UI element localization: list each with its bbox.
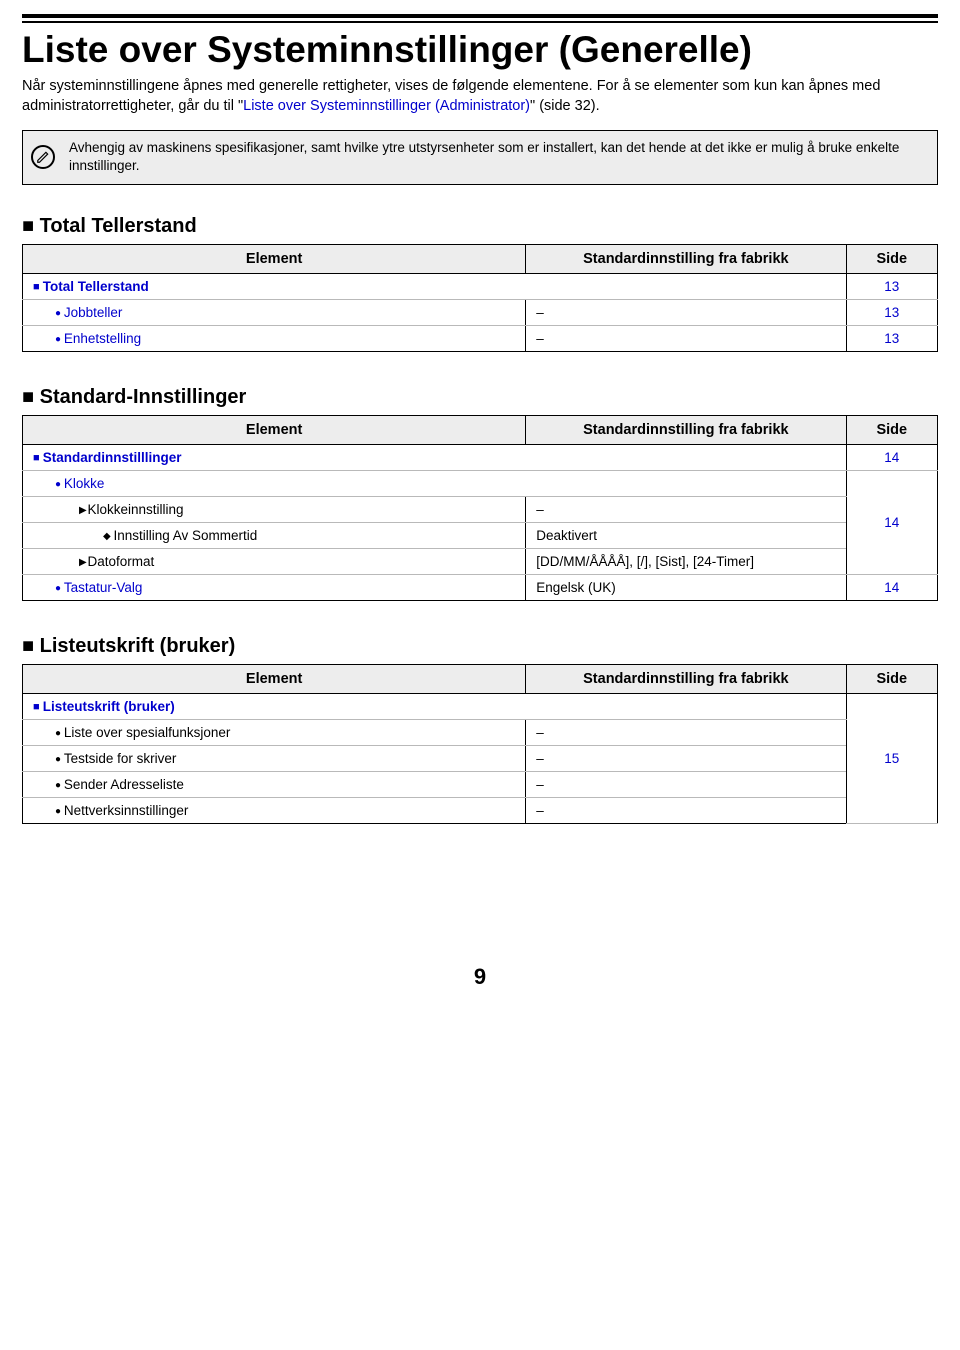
table-row: Nettverksinnstillinger–: [23, 797, 938, 823]
std-cell: –: [526, 325, 846, 351]
settings-table: ElementStandardinnstilling fra fabrikkSi…: [22, 415, 938, 601]
element-cell[interactable]: Standardinnstilllinger: [23, 444, 847, 470]
table-header: Side: [846, 664, 938, 693]
table-row: Enhetstelling–13: [23, 325, 938, 351]
table-row: Innstilling Av SommertidDeaktivert: [23, 522, 938, 548]
side-cell[interactable]: 14: [846, 444, 938, 470]
intro-paragraph: Når systeminnstillingene åpnes med gener…: [22, 77, 938, 116]
table-row: Total Tellerstand13: [23, 273, 938, 299]
std-cell: –: [526, 771, 846, 797]
element-cell[interactable]: Total Tellerstand: [23, 273, 847, 299]
element-cell: Datoformat: [23, 548, 526, 574]
element-cell[interactable]: Enhetstelling: [23, 325, 526, 351]
side-cell[interactable]: 15: [846, 693, 938, 823]
std-cell: –: [526, 745, 846, 771]
element-cell: Liste over spesialfunksjoner: [23, 719, 526, 745]
note-box: Avhengig av maskinens spesifikasjoner, s…: [22, 130, 938, 184]
table-header: Element: [23, 415, 526, 444]
std-cell: –: [526, 797, 846, 823]
std-cell: –: [526, 719, 846, 745]
element-cell: Sender Adresseliste: [23, 771, 526, 797]
settings-table: ElementStandardinnstilling fra fabrikkSi…: [22, 664, 938, 824]
element-cell: Innstilling Av Sommertid: [23, 522, 526, 548]
std-cell: [DD/MM/ÅÅÅÅ], [/], [Sist], [24-Timer]: [526, 548, 846, 574]
element-cell[interactable]: Jobbteller: [23, 299, 526, 325]
element-cell[interactable]: Klokke: [23, 470, 847, 496]
std-cell: –: [526, 299, 846, 325]
side-cell[interactable]: 13: [846, 325, 938, 351]
pencil-icon: [31, 145, 55, 169]
table-row: Klokke14: [23, 470, 938, 496]
element-cell: Nettverksinnstillinger: [23, 797, 526, 823]
table-row: Jobbteller–13: [23, 299, 938, 325]
table-header: Standardinnstilling fra fabrikk: [526, 415, 846, 444]
section-heading: ■ Listeutskrift (bruker): [22, 635, 938, 658]
std-cell: Engelsk (UK): [526, 574, 846, 600]
top-rule: [22, 14, 938, 23]
intro-text-2: " (side 32).: [530, 98, 600, 114]
note-text: Avhengig av maskinens spesifikasjoner, s…: [69, 139, 925, 175]
table-header: Side: [846, 415, 938, 444]
table-header: Element: [23, 244, 526, 273]
table-row: Klokkeinnstilling–: [23, 496, 938, 522]
table-row: Listeutskrift (bruker)15: [23, 693, 938, 719]
table-header: Standardinnstilling fra fabrikk: [526, 244, 846, 273]
table-header: Element: [23, 664, 526, 693]
section-heading: ■ Standard-Innstillinger: [22, 386, 938, 409]
std-cell: Deaktivert: [526, 522, 846, 548]
section-heading: ■ Total Tellerstand: [22, 215, 938, 238]
side-cell[interactable]: 13: [846, 273, 938, 299]
element-cell: Testside for skriver: [23, 745, 526, 771]
intro-link[interactable]: Liste over Systeminnstillinger (Administ…: [243, 98, 530, 114]
page-title: Liste over Systeminnstillinger (Generell…: [22, 29, 938, 71]
std-cell: –: [526, 496, 846, 522]
table-row: Testside for skriver–: [23, 745, 938, 771]
side-cell[interactable]: 14: [846, 574, 938, 600]
table-header: Side: [846, 244, 938, 273]
page-number: 9: [22, 964, 938, 1010]
element-cell[interactable]: Listeutskrift (bruker): [23, 693, 847, 719]
settings-table: ElementStandardinnstilling fra fabrikkSi…: [22, 244, 938, 352]
table-row: Datoformat[DD/MM/ÅÅÅÅ], [/], [Sist], [24…: [23, 548, 938, 574]
side-cell[interactable]: 14: [846, 470, 938, 574]
element-cell: Klokkeinnstilling: [23, 496, 526, 522]
table-row: Sender Adresseliste–: [23, 771, 938, 797]
side-cell[interactable]: 13: [846, 299, 938, 325]
element-cell[interactable]: Tastatur-Valg: [23, 574, 526, 600]
table-row: Standardinnstilllinger14: [23, 444, 938, 470]
table-header: Standardinnstilling fra fabrikk: [526, 664, 846, 693]
table-row: Tastatur-ValgEngelsk (UK)14: [23, 574, 938, 600]
table-row: Liste over spesialfunksjoner–: [23, 719, 938, 745]
